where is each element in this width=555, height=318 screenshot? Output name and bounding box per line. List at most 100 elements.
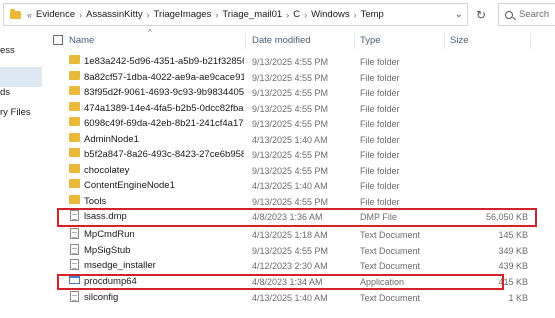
file-date: 4/13/2025 1:40 AM	[252, 134, 328, 145]
text-file-icon	[70, 259, 79, 270]
folder-icon	[69, 194, 80, 204]
file-row[interactable]: 8a82cf57-1dba-4022-ae9a-ae9cace914... 9/…	[52, 70, 555, 85]
breadcrumb-separator-icon[interactable]: ›	[286, 10, 289, 20]
file-row[interactable]: msedge_installer 4/12/2023 2:30 AM Text …	[52, 259, 555, 273]
folder-icon	[69, 55, 80, 64]
breadcrumb-triageimages[interactable]: TriageImages	[154, 9, 212, 20]
file-row[interactable]: AdminNode1 4/13/2025 1:40 AM File folder	[52, 132, 555, 147]
column-divider[interactable]	[354, 33, 355, 49]
file-type: File folder	[360, 103, 400, 114]
file-date: 9/13/2025 4:55 PM	[252, 196, 329, 207]
file-name: b5f2a847-8a26-493c-8423-27ce6b9584...	[84, 149, 244, 160]
file-name: chocolatey	[84, 164, 130, 176]
column-header-type[interactable]: Type	[360, 35, 381, 46]
file-date: 9/13/2025 4:55 PM	[252, 88, 329, 98]
file-row[interactable]: MpCmdRun 4/13/2025 1:18 AM Text Document…	[52, 228, 555, 242]
breadcrumb-assassinkitty[interactable]: AssassinKitty	[86, 9, 143, 20]
file-name: 1e83a242-5d96-4351-a5b9-b21f328560f0	[84, 56, 244, 67]
folder-icon	[69, 70, 80, 80]
search-placeholder: Search	[519, 9, 550, 20]
file-type: File folder	[360, 72, 400, 83]
column-header-row: ^ Name Date modified Type Size	[52, 28, 555, 52]
file-type: File folder	[360, 196, 400, 207]
file-row[interactable]: b5f2a847-8a26-493c-8423-27ce6b9584... 9/…	[52, 148, 555, 162]
file-name: ContentEngineNode1	[84, 180, 175, 191]
breadcrumb-c[interactable]: C	[293, 9, 300, 20]
breadcrumb-evidence[interactable]: Evidence	[36, 9, 75, 20]
text-file-icon	[70, 243, 79, 255]
breadcrumb-separator-icon[interactable]: ›	[79, 10, 82, 20]
column-divider[interactable]	[245, 33, 246, 49]
file-date: 9/13/2025 4:55 PM	[252, 150, 329, 160]
history-dropdown-icon[interactable]: ⌄	[455, 9, 463, 20]
file-date: 9/13/2025 4:55 PM	[252, 72, 329, 83]
column-header-date[interactable]: Date modified	[252, 35, 311, 46]
file-date: 9/13/2025 4:55 PM	[252, 245, 329, 256]
folder-icon	[69, 132, 80, 142]
breadcrumb-windows[interactable]: Windows	[311, 9, 350, 20]
folder-icon	[69, 179, 80, 188]
file-size: 439 KB	[498, 261, 528, 271]
file-name: AdminNode1	[84, 133, 139, 145]
file-name: 83f95d2f-9061-4693-9c93-9b9834405a3c	[84, 87, 244, 98]
nav-item-files[interactable]: ry Files	[0, 107, 31, 118]
breadcrumb-separator-icon[interactable]: ›	[215, 10, 218, 20]
highlight-box-lsass	[57, 208, 537, 227]
text-file-icon	[70, 291, 79, 302]
nav-item-downloads[interactable]: ds	[0, 87, 10, 98]
file-type: File folder	[360, 165, 400, 176]
search-input[interactable]: Search	[498, 3, 555, 26]
breadcrumb-triage-mail01[interactable]: Triage_mail01	[222, 9, 282, 20]
file-row[interactable]: Tools 9/13/2025 4:55 PM File folder	[52, 194, 555, 209]
file-type: Text Document	[360, 261, 421, 271]
file-type: Text Document	[360, 245, 421, 256]
file-row[interactable]: MpSigStub 9/13/2025 4:55 PM Text Documen…	[52, 243, 555, 258]
overflow-chevron-icon[interactable]: «	[27, 10, 32, 20]
file-type: File folder	[360, 181, 400, 191]
refresh-button[interactable]: ↻	[472, 3, 490, 26]
sort-ascending-icon: ^	[148, 28, 152, 37]
file-row[interactable]: ContentEngineNode1 4/13/2025 1:40 AM Fil…	[52, 179, 555, 193]
file-row[interactable]: 474a1389-14e4-4fa5-b2b5-0dcc82fba7... 9/…	[52, 101, 555, 116]
select-all-checkbox[interactable]	[53, 35, 63, 45]
file-type: File folder	[360, 134, 400, 145]
file-size: 349 KB	[498, 245, 528, 256]
file-name: MpSigStub	[84, 244, 131, 256]
file-date: 9/13/2025 4:55 PM	[252, 57, 329, 67]
breadcrumb-separator-icon[interactable]: ›	[147, 10, 150, 20]
file-type: File folder	[360, 88, 400, 98]
file-row[interactable]: silconfig 4/13/2025 1:40 AM Text Documen…	[52, 291, 555, 305]
file-date: 9/13/2025 4:55 PM	[252, 165, 329, 176]
breadcrumb-separator-icon[interactable]: ›	[304, 10, 307, 20]
nav-item-quick-access[interactable]: ess	[0, 45, 15, 56]
column-divider[interactable]	[530, 33, 531, 49]
folder-icon	[69, 148, 80, 157]
nav-item-selected[interactable]	[0, 67, 42, 87]
breadcrumb-separator-icon[interactable]: ›	[354, 10, 357, 20]
refresh-icon: ↻	[475, 7, 487, 22]
file-date: 4/12/2023 2:30 AM	[252, 261, 328, 271]
file-type: File folder	[360, 150, 400, 160]
file-name: msedge_installer	[84, 260, 156, 271]
file-type: File folder	[360, 57, 400, 67]
column-header-name[interactable]: Name	[69, 35, 94, 46]
file-type: Text Document	[360, 293, 421, 303]
file-date: 9/13/2025 4:55 PM	[252, 103, 329, 114]
address-bar[interactable]: « Evidence › AssassinKitty › TriageImage…	[3, 3, 468, 26]
breadcrumb-temp[interactable]: Temp	[361, 9, 384, 20]
file-row[interactable]: chocolatey 9/13/2025 4:55 PM File folder	[52, 163, 555, 178]
file-size: 1 KB	[508, 293, 528, 303]
text-file-icon	[70, 228, 79, 239]
file-row[interactable]: 1e83a242-5d96-4351-a5b9-b21f328560f0 9/1…	[52, 55, 555, 69]
file-date: 4/13/2025 1:18 AM	[252, 230, 328, 240]
file-row[interactable]: 6098c49f-69da-42eb-8b21-241cf4a17f6d 9/1…	[52, 117, 555, 131]
column-header-size[interactable]: Size	[450, 35, 468, 46]
folder-icon	[69, 86, 80, 95]
file-row[interactable]: 83f95d2f-9061-4693-9c93-9b9834405a3c 9/1…	[52, 86, 555, 100]
column-divider[interactable]	[444, 33, 445, 49]
folder-icon	[10, 8, 21, 19]
file-name: 6098c49f-69da-42eb-8b21-241cf4a17f6d	[84, 118, 244, 129]
highlight-box-procdump64	[57, 274, 504, 290]
file-name: MpCmdRun	[84, 229, 135, 240]
address-bar-region: « Evidence › AssassinKitty › TriageImage…	[0, 0, 555, 30]
